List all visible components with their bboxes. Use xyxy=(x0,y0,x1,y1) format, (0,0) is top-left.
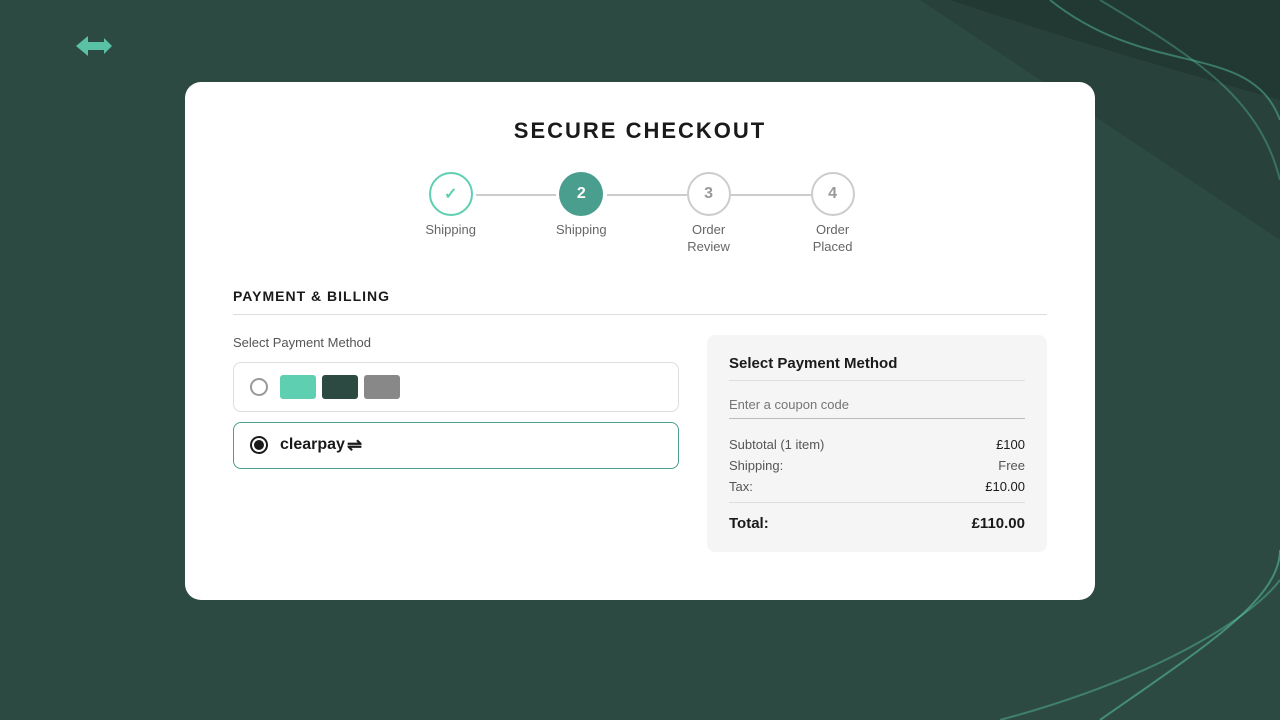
total-line: Total: £110.00 xyxy=(729,502,1025,532)
step-3: 3 OrderReview xyxy=(687,172,731,256)
card-icon-teal xyxy=(280,375,316,399)
payment-option-card[interactable] xyxy=(233,362,679,412)
radio-inner-clearpay xyxy=(254,440,264,450)
step-3-circle: 3 xyxy=(687,172,731,216)
tax-value: £10.00 xyxy=(985,479,1025,494)
coupon-input[interactable] xyxy=(729,391,1025,419)
subtotal-value: £100 xyxy=(996,437,1025,452)
checkout-stepper: ✓ Shipping 2 Shipping 3 OrderReview 4 xyxy=(233,172,1047,256)
tax-label: Tax: xyxy=(729,479,753,494)
step-2-number: 2 xyxy=(577,185,586,203)
checkout-card: SECURE CHECKOUT ✓ Shipping 2 Shipping 3 … xyxy=(185,82,1095,600)
step-2-circle: 2 xyxy=(559,172,603,216)
step-3-label: OrderReview xyxy=(687,222,730,256)
step-4-number: 4 xyxy=(828,185,837,203)
step-connector-3 xyxy=(731,194,811,196)
order-summary-panel: Select Payment Method Subtotal (1 item) … xyxy=(707,335,1047,552)
step-4-circle: 4 xyxy=(811,172,855,216)
shipping-label: Shipping: xyxy=(729,458,783,473)
card-icons xyxy=(280,375,400,399)
step-3-number: 3 xyxy=(704,185,713,203)
step-2-label: Shipping xyxy=(556,222,607,239)
shipping-value: Free xyxy=(998,458,1025,473)
step-1-label: Shipping xyxy=(425,222,476,239)
radio-card[interactable] xyxy=(250,378,268,396)
step-connector-2 xyxy=(607,194,687,196)
step-1-circle: ✓ xyxy=(429,172,473,216)
step-1-icon: ✓ xyxy=(444,184,457,204)
content-area: Select Payment Method clearpay⇌ xyxy=(233,335,1047,552)
card-icon-dark xyxy=(322,375,358,399)
clearpay-logo: clearpay⇌ xyxy=(280,435,362,456)
shipping-line: Shipping: Free xyxy=(729,458,1025,473)
step-1: ✓ Shipping xyxy=(425,172,476,239)
clearpay-text: clearpay xyxy=(280,436,345,454)
total-label: Total: xyxy=(729,515,769,532)
section-divider xyxy=(233,314,1047,315)
tax-line: Tax: £10.00 xyxy=(729,479,1025,494)
step-4-label: OrderPlaced xyxy=(813,222,853,256)
total-value: £110.00 xyxy=(972,515,1025,532)
select-payment-label: Select Payment Method xyxy=(233,335,679,350)
clearpay-arrow-icon: ⇌ xyxy=(347,435,362,456)
subtotal-label: Subtotal (1 item) xyxy=(729,437,824,452)
card-icon-gray xyxy=(364,375,400,399)
step-4: 4 OrderPlaced xyxy=(811,172,855,256)
payment-options-column: Select Payment Method clearpay⇌ xyxy=(233,335,679,552)
logo-icon xyxy=(68,28,112,69)
summary-title: Select Payment Method xyxy=(729,355,1025,381)
step-2: 2 Shipping xyxy=(556,172,607,239)
step-connector-1 xyxy=(476,194,556,196)
section-title: PAYMENT & BILLING xyxy=(233,288,1047,304)
radio-clearpay[interactable] xyxy=(250,436,268,454)
page-title: SECURE CHECKOUT xyxy=(233,118,1047,144)
subtotal-line: Subtotal (1 item) £100 xyxy=(729,437,1025,452)
payment-option-clearpay[interactable]: clearpay⇌ xyxy=(233,422,679,469)
